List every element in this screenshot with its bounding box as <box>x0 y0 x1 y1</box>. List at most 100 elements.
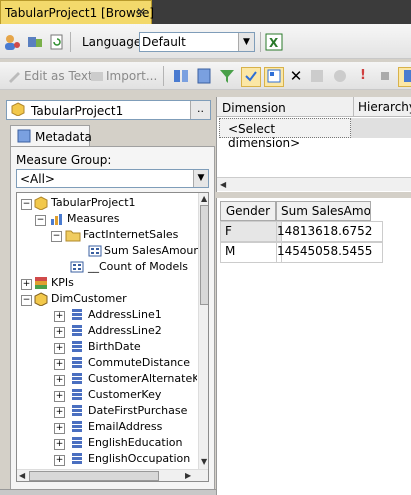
measure-icon <box>70 260 84 274</box>
expand-icon[interactable]: + <box>54 311 65 322</box>
scroll-right-icon[interactable]: ▶ <box>185 471 191 480</box>
stop-icon[interactable] <box>376 67 394 85</box>
calculator-icon[interactable] <box>195 67 213 85</box>
gender-cell[interactable]: M <box>220 241 282 263</box>
exclamation-icon[interactable]: ! <box>354 67 372 85</box>
select-dimension-cell[interactable]: <Select dimension> <box>219 118 351 150</box>
sales-value-cell[interactable]: 14545058.5455 <box>276 241 383 263</box>
chevron-down-icon[interactable]: ▼ <box>193 170 208 187</box>
database-browse-button[interactable]: .. <box>190 101 210 119</box>
tree-node-measures[interactable]: − Measures <box>17 211 197 227</box>
collapse-icon[interactable]: − <box>21 199 32 210</box>
filter-grid-scrollbar[interactable]: ◀ <box>217 177 411 191</box>
database-selector[interactable]: TabularProject1 .. <box>6 100 211 120</box>
tree-node-attribute[interactable]: + CommuteDistance <box>17 355 197 371</box>
refresh-icon[interactable] <box>48 33 66 51</box>
tree-node-attribute[interactable]: + CustomerKey <box>17 387 197 403</box>
expand-icon[interactable]: + <box>21 279 32 290</box>
tree-node-attribute[interactable]: + AddressLine1 <box>17 307 197 323</box>
gender-column-header[interactable]: Gender <box>220 201 276 221</box>
expand-icon[interactable]: + <box>54 391 65 402</box>
hierarchy-column-header[interactable]: Hierarchy <box>353 97 411 117</box>
document-tab[interactable]: TabularProject1 [Browse] ✕ <box>0 0 154 24</box>
expand-icon[interactable]: + <box>54 359 65 370</box>
scrollbar-thumb[interactable] <box>29 471 159 481</box>
attribute-icon <box>70 372 84 386</box>
language-label: Language: <box>82 35 146 49</box>
collapse-icon[interactable]: − <box>35 215 46 226</box>
tree-node-measure-group[interactable]: − FactInternetSales <box>17 227 197 243</box>
tree-node-attribute[interactable]: + CustomerAlternateKey <box>17 371 197 387</box>
tree-node-database[interactable]: − TabularProject1 <box>17 195 197 211</box>
hierarchy-cell[interactable] <box>351 118 411 138</box>
tree-horizontal-scrollbar[interactable]: ◀ ▶ <box>17 469 208 481</box>
results-grid[interactable]: Gender Sum SalesAmo... F 14813618.6752 M… <box>216 198 411 495</box>
tree-node-attribute[interactable]: + EnglishOccupation <box>17 451 197 467</box>
scroll-left-icon[interactable]: ◀ <box>19 471 25 480</box>
tree-node-label: Sum SalesAmount <box>104 244 205 257</box>
change-user-icon[interactable] <box>3 33 21 51</box>
collapse-icon[interactable]: − <box>21 295 32 306</box>
tree-node-label: __Count of Models <box>88 260 189 273</box>
tree-node-dimension[interactable]: − DimCustomer <box>17 291 197 307</box>
measure-group-value: <All> <box>20 172 55 186</box>
tree-node-label: Measures <box>67 212 120 225</box>
scrollbar-thumb[interactable] <box>200 205 208 305</box>
tree-node-attribute[interactable]: + BirthDate <box>17 339 197 355</box>
tree-node-attribute[interactable]: + DateFirstPurchase <box>17 403 197 419</box>
tree-node-attribute[interactable]: + EmailAddress <box>17 419 197 435</box>
edit-as-text-icon[interactable] <box>6 67 24 85</box>
design-mode-icon[interactable] <box>398 67 411 87</box>
disabled-tool-icon[interactable] <box>308 67 326 85</box>
tree-node-attribute[interactable]: + EnglishEducation <box>17 435 197 451</box>
collapse-icon[interactable]: − <box>51 231 62 242</box>
metadata-icon <box>17 129 31 143</box>
expand-icon[interactable]: + <box>54 439 65 450</box>
attribute-icon <box>70 308 84 322</box>
gender-cell[interactable]: F <box>220 221 282 243</box>
measure-group-select[interactable]: <All> ▼ <box>16 169 209 188</box>
tab-metadata[interactable]: Metadata <box>10 125 92 147</box>
attribute-icon <box>70 324 84 338</box>
dimension-column-header[interactable]: Dimension <box>222 101 286 115</box>
folder-icon <box>65 228 81 242</box>
import-button[interactable]: Import... <box>106 69 157 83</box>
expand-icon[interactable]: + <box>54 375 65 386</box>
attribute-icon <box>70 420 84 434</box>
language-select[interactable]: Default ▼ <box>139 32 255 52</box>
attribute-icon <box>70 452 84 466</box>
auto-execute-icon[interactable] <box>264 67 284 87</box>
expand-icon[interactable]: + <box>54 327 65 338</box>
expand-icon[interactable]: + <box>54 423 65 434</box>
reconnect-icon[interactable] <box>26 33 44 51</box>
excel-icon[interactable]: X <box>265 33 283 51</box>
show-empty-cells-icon[interactable] <box>241 67 261 87</box>
close-icon[interactable]: ✕ <box>136 5 146 19</box>
tree-node-kpis[interactable]: + KPIs <box>17 275 197 291</box>
filter-icon[interactable] <box>218 67 236 85</box>
tree-vertical-scrollbar[interactable]: ▲ ▼ <box>198 193 208 469</box>
expand-icon[interactable]: + <box>54 407 65 418</box>
edit-as-text-button[interactable]: Edit as Text <box>24 69 93 83</box>
scroll-up-icon[interactable]: ▲ <box>201 194 207 203</box>
metadata-tree[interactable]: − TabularProject1 − Measures − FactInter… <box>16 192 209 482</box>
add-calculated-member-icon[interactable] <box>172 67 190 85</box>
database-name: TabularProject1 <box>31 104 124 118</box>
expand-icon[interactable]: + <box>54 343 65 354</box>
scroll-down-icon[interactable]: ▼ <box>201 457 207 466</box>
expand-icon[interactable]: + <box>54 455 65 466</box>
disabled-tool-icon-2[interactable] <box>331 67 349 85</box>
import-icon[interactable] <box>88 67 106 85</box>
tree-node-attribute[interactable]: + AddressLine2 <box>17 323 197 339</box>
filter-grid[interactable]: Dimension Hierarchy <Select dimension> ◀ <box>216 97 411 192</box>
metadata-pane: TabularProject1 .. Metadata Measure Grou… <box>0 92 216 495</box>
chevron-down-icon[interactable]: ▼ <box>238 33 254 51</box>
delete-icon[interactable]: ✕ <box>287 67 305 85</box>
tree-node-measure[interactable]: Sum SalesAmount <box>17 243 205 259</box>
attribute-icon <box>70 436 84 450</box>
sales-value-cell[interactable]: 14813618.6752 <box>276 221 383 243</box>
scroll-left-icon[interactable]: ◀ <box>220 180 226 189</box>
measure-group-label: Measure Group: <box>16 153 112 167</box>
tree-node-measure[interactable]: __Count of Models <box>17 259 197 275</box>
sum-sales-column-header[interactable]: Sum SalesAmo... <box>276 201 371 221</box>
